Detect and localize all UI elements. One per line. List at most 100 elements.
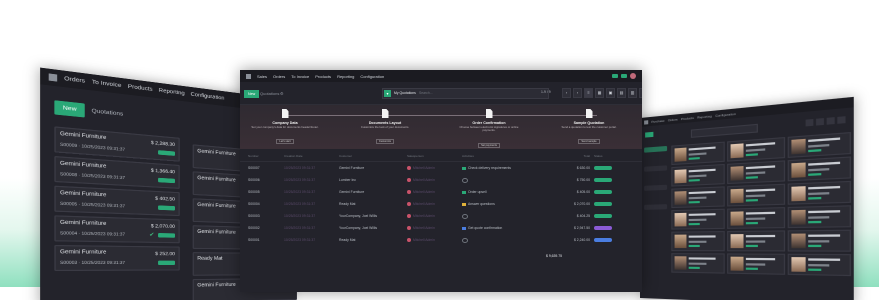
column-header[interactable]: Activities bbox=[462, 154, 548, 158]
product-card[interactable] bbox=[671, 231, 725, 252]
table-header: Number Creation Date Customer Salesperso… bbox=[240, 149, 642, 162]
column-header[interactable]: Customer bbox=[339, 154, 407, 158]
activity-icon[interactable] bbox=[462, 166, 466, 170]
menu-products[interactable]: Products bbox=[315, 74, 331, 79]
menu-orders[interactable]: Orders bbox=[668, 117, 678, 122]
product-card[interactable] bbox=[787, 229, 852, 252]
gear-icon[interactable]: ⚙ bbox=[280, 91, 284, 96]
graph-view-button[interactable]: ▥ bbox=[628, 88, 637, 98]
product-card[interactable] bbox=[787, 253, 852, 277]
kanban-view-button[interactable]: ▦ bbox=[595, 88, 604, 98]
product-card[interactable] bbox=[671, 208, 725, 230]
step-button[interactable]: Send sample bbox=[578, 139, 600, 145]
avatar[interactable] bbox=[630, 73, 636, 79]
table-row[interactable]: S00005 10/25/2023 09:31:37 Gemini Furnitur… bbox=[240, 186, 642, 198]
card-customer: Gemini Furniture bbox=[197, 201, 236, 209]
table-row[interactable]: S00006 10/25/2023 09:31:37 Lumber Inc Mitch… bbox=[240, 174, 642, 186]
product-card[interactable] bbox=[787, 156, 852, 182]
chat-icon[interactable] bbox=[612, 74, 618, 78]
sidebar-item[interactable] bbox=[644, 165, 668, 172]
pager-value[interactable]: 1-9 / 9 bbox=[541, 90, 551, 94]
list-view-button[interactable]: ≡ bbox=[584, 88, 593, 98]
search-facet[interactable]: My Quotations bbox=[394, 91, 416, 95]
activity-icon[interactable] bbox=[462, 213, 468, 219]
menu-to-invoice[interactable]: To Invoice bbox=[291, 74, 309, 79]
new-button[interactable]: New bbox=[244, 90, 260, 98]
menu-reporting[interactable]: Reporting bbox=[159, 87, 185, 97]
pager-prev-button[interactable] bbox=[805, 118, 814, 127]
pager-next-button[interactable] bbox=[816, 118, 824, 126]
menu-orders[interactable]: Orders bbox=[64, 75, 85, 85]
sidebar-item[interactable] bbox=[644, 184, 668, 191]
activity-icon[interactable] bbox=[462, 202, 466, 206]
product-card[interactable] bbox=[727, 207, 786, 229]
step-button[interactable]: Set payments bbox=[478, 142, 500, 148]
apps-grid-icon[interactable] bbox=[644, 119, 649, 125]
activity-icon[interactable] bbox=[462, 237, 468, 243]
new-button[interactable] bbox=[645, 131, 654, 138]
activity-icon[interactable] bbox=[462, 226, 466, 230]
product-card[interactable] bbox=[727, 230, 786, 252]
product-card[interactable] bbox=[671, 163, 725, 187]
product-card[interactable] bbox=[727, 183, 786, 207]
kanban-card[interactable]: Gemini Furniture $ 2,070.00 S00004 · 10/… bbox=[54, 215, 180, 244]
table-row[interactable]: S00007 10/25/2023 09:31:37 Gemini Furnitur… bbox=[240, 162, 642, 174]
menu-products[interactable]: Products bbox=[128, 83, 153, 93]
onboarding-step: Sample Quotation Send a quotation to tes… bbox=[554, 109, 624, 147]
menu-products[interactable]: Products bbox=[681, 115, 694, 120]
column-header[interactable]: Creation Date bbox=[284, 154, 339, 158]
menu-purchase[interactable]: Purchase bbox=[651, 118, 664, 123]
kanban-view-button[interactable] bbox=[826, 117, 835, 125]
step-button[interactable]: Let's start bbox=[276, 139, 294, 145]
table-row[interactable]: S00004 10/25/2023 09:31:37 Ready Mat Mitche… bbox=[240, 198, 642, 210]
menu-configuration[interactable]: Configuration bbox=[715, 111, 736, 117]
product-card[interactable] bbox=[671, 141, 725, 166]
column-header[interactable]: Salesperson bbox=[407, 154, 462, 158]
table-row[interactable]: S00003 10/25/2023 09:31:37 YourCompany, Jo… bbox=[240, 210, 642, 222]
activity-icon[interactable] bbox=[621, 74, 627, 78]
sidebar-item[interactable] bbox=[644, 204, 668, 210]
menu-to-invoice[interactable]: To Invoice bbox=[92, 79, 122, 90]
product-card[interactable] bbox=[787, 180, 852, 205]
document-icon bbox=[281, 109, 289, 118]
row-number: S00004 bbox=[248, 202, 260, 206]
pager-next-button[interactable]: › bbox=[573, 88, 582, 98]
status-badge bbox=[594, 237, 612, 242]
menu-orders[interactable]: Orders bbox=[273, 74, 285, 79]
new-button[interactable]: New bbox=[54, 100, 85, 118]
kanban-card[interactable]: Gemini Furniture $ 402.50 S00005 · 10/25… bbox=[54, 185, 180, 217]
activity-icon[interactable] bbox=[462, 177, 468, 183]
product-card[interactable] bbox=[727, 136, 786, 162]
activity-icon[interactable] bbox=[462, 190, 466, 194]
menu-reporting[interactable]: Reporting bbox=[337, 74, 354, 79]
menu-configuration[interactable]: Configuration bbox=[360, 74, 384, 79]
column-header[interactable]: Number bbox=[248, 154, 284, 158]
apps-grid-icon[interactable] bbox=[246, 73, 251, 79]
product-card[interactable] bbox=[727, 160, 786, 185]
kanban-card[interactable]: Gemini Furniture $ 252.00 S00003 · 10/25… bbox=[54, 244, 180, 272]
search-input[interactable] bbox=[690, 123, 758, 138]
table-row[interactable]: S00001 10/25/2023 09:31:37 Ready Mat Mitche… bbox=[240, 234, 642, 246]
product-card[interactable] bbox=[787, 205, 852, 229]
product-card[interactable] bbox=[671, 186, 725, 209]
app-name[interactable]: Sales bbox=[257, 74, 267, 79]
sidebar-item[interactable] bbox=[644, 145, 668, 153]
product-card[interactable] bbox=[787, 131, 852, 158]
menu-reporting[interactable]: Reporting bbox=[697, 114, 712, 120]
apps-grid-icon[interactable] bbox=[48, 73, 58, 82]
menu-configuration[interactable]: Configuration bbox=[191, 91, 225, 102]
pager-prev-button[interactable]: ‹ bbox=[562, 88, 571, 98]
product-card[interactable] bbox=[727, 253, 786, 275]
search-input[interactable]: ▾ My Quotations Search... bbox=[382, 88, 549, 99]
step-button[interactable]: Customize bbox=[375, 139, 395, 145]
salesperson-avatar bbox=[407, 238, 411, 242]
list-view-button[interactable] bbox=[837, 116, 846, 124]
activity-view-button[interactable]: ◷ bbox=[639, 88, 642, 98]
product-card[interactable] bbox=[671, 253, 725, 274]
column-header[interactable]: Status bbox=[590, 154, 624, 158]
pivot-view-button[interactable]: ▤ bbox=[617, 88, 626, 98]
table-row[interactable]: S00002 10/25/2023 09:31:37 YourCompany, Jo… bbox=[240, 222, 642, 234]
column-header[interactable]: Total bbox=[548, 154, 590, 158]
calendar-view-button[interactable]: ▣ bbox=[606, 88, 615, 98]
kanban-card[interactable]: Gemini Furniture $ 1,366.40 S00008 · 10/… bbox=[54, 155, 180, 189]
